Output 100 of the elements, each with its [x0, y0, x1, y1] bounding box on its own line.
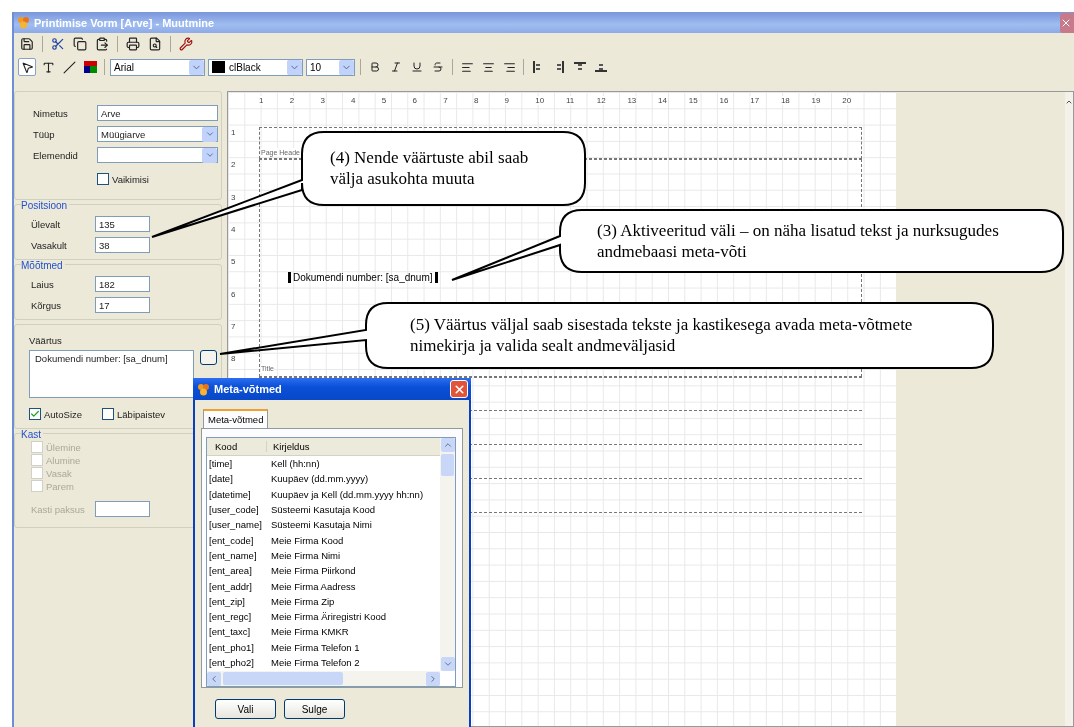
thickness-field[interactable]: [95, 501, 150, 517]
table-cell-text: [ent_pho1]: [208, 641, 255, 653]
ruler-number: 18: [780, 96, 790, 105]
table-cell-text: Meie Firma Aadress: [270, 580, 357, 592]
ruler-number: 2: [231, 160, 236, 170]
dialog-button[interactable]: Sulge: [284, 699, 345, 719]
ruler-number: 3: [231, 192, 236, 202]
ruler-number: 6: [231, 289, 236, 299]
ruler-number: 10: [535, 96, 545, 105]
table-cell-text: Süsteemi Kasutaja Kood: [270, 504, 377, 516]
font-select[interactable]: Arial: [110, 58, 205, 76]
ruler-number: 5: [231, 257, 236, 267]
ruler-number: 3: [320, 96, 325, 105]
table-cell-text: Meie Firma Kood: [270, 534, 345, 546]
horizontal-scrollbar[interactable]: [207, 671, 440, 686]
callout-text: (5) Väärtus väljal saab sisestada tekste ja kastikesega avada meta-võtmete nimekirja ja valida sealt andmeväljasid: [410, 314, 914, 356]
ruler-number: 1: [231, 128, 236, 137]
chevron-down-icon: [204, 129, 215, 139]
field-label: Vasakult: [31, 239, 68, 251]
chevron-left-icon: [209, 673, 219, 684]
chevron-down-icon: [204, 150, 215, 160]
table-cell-text: Meie Firma Zip: [270, 595, 336, 607]
close-icon: [452, 382, 466, 396]
table-cell-text: Kell (hh:nn): [270, 458, 321, 470]
table-cell-text: Süsteemi Kasutaja Nimi: [270, 519, 373, 531]
shape-tool-icon[interactable]: [81, 58, 99, 76]
window-title: Printimise Vorm [Arve] - Muutmine: [34, 16, 215, 29]
field-label: Kasti paksus: [31, 503, 86, 515]
table-cell-text: [ent_taxc]: [208, 626, 252, 638]
scrollbar-thumb[interactable]: [223, 672, 343, 685]
close-button[interactable]: [1060, 12, 1074, 33]
app-logo-icon: [197, 382, 210, 396]
table-cell-text: [ent_regc]: [208, 611, 253, 623]
ruler-number: 14: [658, 96, 667, 105]
number-field[interactable]: 182: [95, 276, 150, 292]
ruler-number: 19: [811, 96, 821, 105]
ruler-number: 17: [750, 96, 760, 105]
field-label: Ülevalt: [31, 218, 62, 230]
table-cell-text: Kuupäev ja Kell (dd.mm.yyyy hh:nn): [270, 488, 425, 500]
copy-icon[interactable]: [71, 35, 89, 53]
table-cell-text: [user_code]: [208, 504, 260, 516]
text-field[interactable]: Arve: [97, 105, 218, 121]
table-cell-text: Meie Firma Piirkond: [270, 565, 357, 577]
ruler-number: 16: [719, 96, 729, 105]
field-label: Elemendid: [33, 149, 79, 161]
pointer-icon[interactable]: [18, 58, 36, 76]
ruler-number: 4: [231, 224, 236, 234]
ruler-number: 12: [596, 96, 606, 105]
callout-text: (3) Aktiveeritud väli – on näha lisatud tekst ja nurksugudes andmebaasi meta-võti: [597, 220, 1000, 262]
chevron-right-icon: [428, 673, 438, 684]
close-button[interactable]: [450, 380, 468, 398]
table-cell-text: [ent_pho2]: [208, 657, 255, 668]
vertical-scrollbar[interactable]: [440, 438, 455, 671]
ruler-number: 13: [627, 96, 637, 105]
dialog-button[interactable]: Vali: [215, 699, 276, 719]
group-title: Positsioon: [21, 200, 70, 211]
field-label: Nimetus: [33, 107, 69, 119]
vertical-scrollbar[interactable]: [1065, 92, 1073, 726]
table-cell-text: [ent_area]: [208, 565, 253, 577]
ruler-number: 7: [443, 96, 448, 105]
meta-keys-button[interactable]: [200, 350, 217, 365]
ruler-number: 8: [231, 354, 236, 364]
report-text-element[interactable]: Dokumendi number: [sa_dnum]: [288, 272, 438, 283]
printer-icon[interactable]: [124, 35, 142, 53]
table-cell-text: [ent_code]: [208, 534, 255, 546]
table-cell-text: [time]: [208, 458, 234, 470]
wrench-icon[interactable]: [177, 35, 195, 53]
dropdown-field[interactable]: Müügiarve: [97, 126, 218, 142]
ruler-number: 11: [566, 96, 575, 105]
value-text-area[interactable]: Dokumendi number: [sa_dnum]: [29, 350, 194, 398]
default-checkbox[interactable]: Vaikimisi: [97, 173, 149, 185]
ruler-number: 4: [351, 96, 356, 105]
dropdown-field[interactable]: [97, 147, 218, 163]
ruler-number: 8: [473, 96, 479, 105]
scrollbar-thumb[interactable]: [441, 454, 454, 476]
option-checkbox[interactable]: AutoSize: [29, 408, 83, 420]
table-cell-text: [ent_addr]: [208, 580, 253, 592]
number-field[interactable]: 135: [95, 216, 150, 232]
size-select[interactable]: 10: [306, 58, 355, 76]
field-label: Väärtus: [29, 335, 62, 346]
group-title: Mõõtmed: [21, 260, 65, 271]
table-cell-text: [datetime]: [208, 488, 252, 500]
field-label: Tüüp: [33, 128, 56, 140]
table-cell-text: Meie Firma Äriregistri Kood: [270, 611, 388, 623]
option-checkbox[interactable]: Läbipaistev: [102, 408, 166, 420]
column-header[interactable]: Kood: [207, 441, 267, 452]
tab[interactable]: Meta-võtmed: [203, 409, 269, 428]
save-icon[interactable]: [18, 35, 36, 53]
color-select[interactable]: clBlack: [208, 58, 303, 76]
number-field[interactable]: 38: [95, 237, 150, 253]
table-cell-text: Meie Firma KMKR: [270, 626, 350, 638]
table-cell-text: Meie Firma Telefon 2: [270, 657, 361, 668]
ruler-number: 5: [381, 96, 387, 105]
column-header[interactable]: Kirjeldus: [267, 441, 437, 452]
group-title: Kast: [21, 429, 43, 440]
table-cell-text: Meie Firma Nimi: [270, 549, 342, 561]
table-cell-text: Meie Firma Telefon 1: [270, 641, 361, 653]
ruler-number: 6: [412, 96, 417, 105]
dialog-title: Meta-võtmed: [214, 383, 282, 395]
number-field[interactable]: 17: [95, 297, 150, 313]
